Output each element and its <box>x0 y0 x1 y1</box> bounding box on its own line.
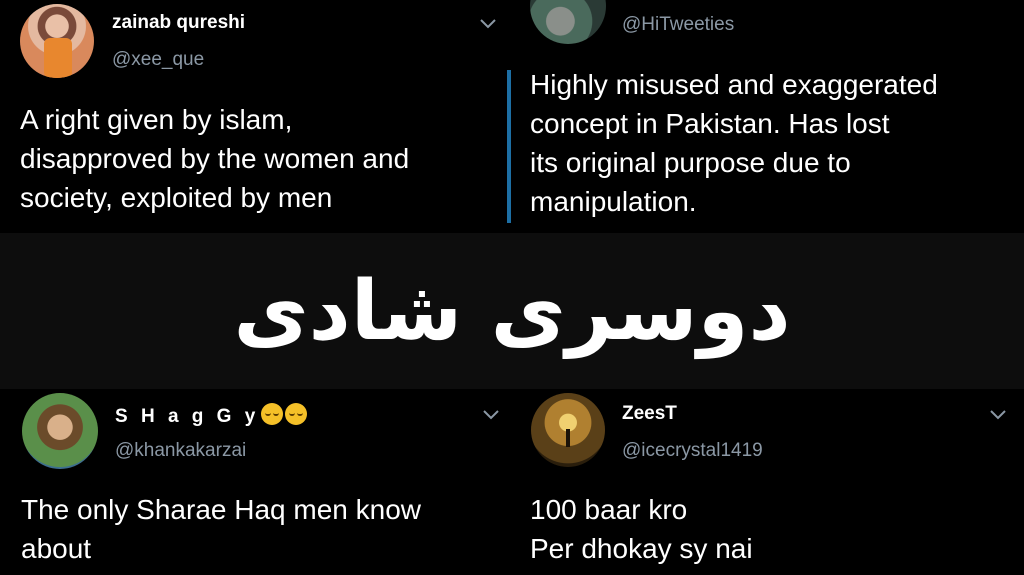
thread-line <box>507 70 511 223</box>
tweet-text-line: 100 baar kro <box>530 494 688 525</box>
tweet-text-line: concept in Pakistan. Has lost <box>530 108 890 139</box>
tweet-author-handle[interactable]: @xee_que <box>112 49 204 71</box>
chevron-down-icon[interactable] <box>478 16 498 30</box>
chevron-down-icon[interactable] <box>988 407 1008 421</box>
title-banner: دوسری شادی <box>0 233 1024 389</box>
tweet-text-line: manipulation. <box>530 186 697 217</box>
tweet-text-line: Per dhokay sy nai <box>530 533 753 564</box>
tweet-text-line: disapproved by the women and <box>20 143 410 174</box>
tweet-author-name-text[interactable]: S H a g G y <box>115 406 259 427</box>
tweet-author-handle[interactable]: @HiTweeties <box>622 14 734 36</box>
sleeping-face-icon <box>285 403 308 425</box>
tweet-author-handle[interactable]: @icecrystal1419 <box>622 440 763 462</box>
chevron-down-icon[interactable] <box>481 407 501 421</box>
tweet-text-line: about <box>21 533 92 564</box>
tweet-text-line: A right given by islam, <box>20 104 293 135</box>
tweet-text-line: The only Sharae Haq men know <box>21 494 421 525</box>
banner-title: دوسری شادی <box>233 263 791 359</box>
sleeping-face-icon <box>261 403 284 425</box>
avatar[interactable] <box>20 4 94 78</box>
tweet-text: The only Sharae Haq men know about <box>21 490 491 568</box>
tweet-text: 100 baar kro Per dhokay sy nai <box>530 490 1010 568</box>
tweet-author-name[interactable]: zainab qureshi <box>112 12 245 34</box>
tweet-text: A right given by islam, disapproved by t… <box>20 100 490 217</box>
tweet-text-line: society, exploited by men <box>20 182 333 213</box>
tweet-text-line: its original purpose due to <box>530 147 851 178</box>
tweet-text: Highly misused and exaggerated concept i… <box>530 65 1010 221</box>
avatar[interactable] <box>531 393 605 467</box>
tweet-author-name[interactable]: S H a g G y <box>115 403 308 428</box>
tweet-author-handle[interactable]: @khankakarzai <box>115 440 246 462</box>
avatar[interactable] <box>530 0 606 44</box>
avatar[interactable] <box>22 393 98 469</box>
tweet-text-line: Highly misused and exaggerated <box>530 69 938 100</box>
tweet-author-name[interactable]: ZeesT <box>622 403 677 425</box>
